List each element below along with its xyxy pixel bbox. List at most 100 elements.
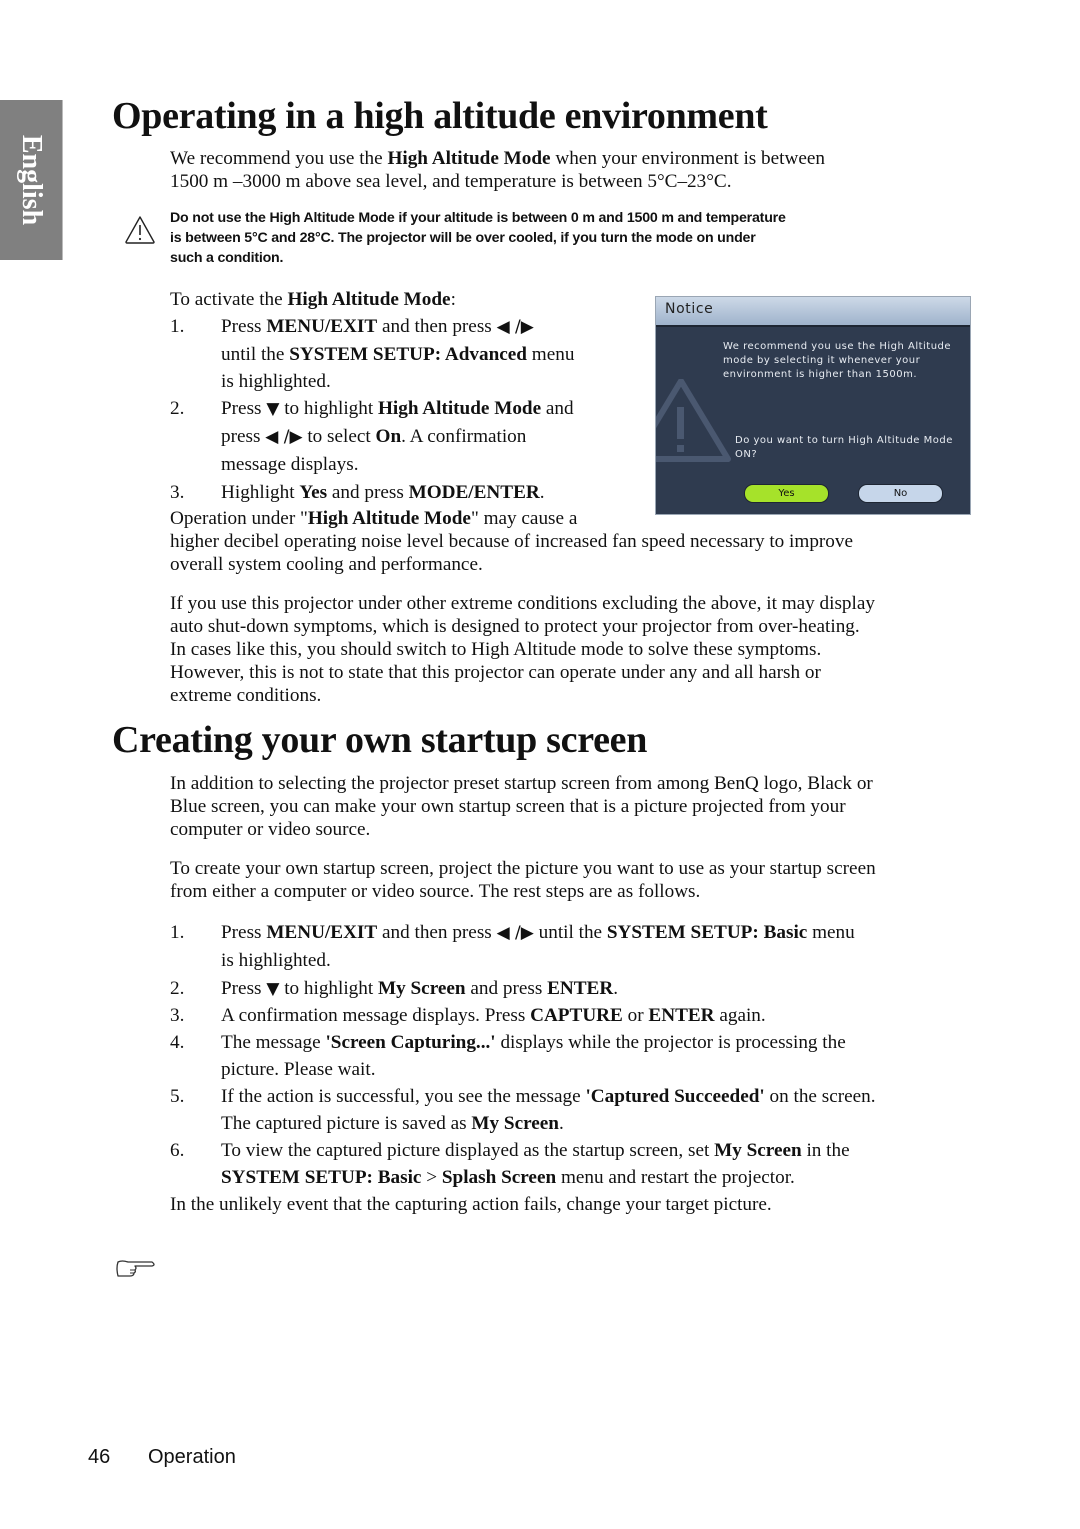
text-run: menu	[807, 922, 855, 943]
text-line: from either a computer or video source. …	[170, 881, 701, 902]
text-line: A confirmation message displays. Press C…	[221, 1002, 766, 1029]
bold-term: ENTER	[547, 978, 614, 999]
step-number: 2.	[170, 978, 185, 999]
step-number: 2.	[170, 398, 185, 419]
text-line: is highlighted.	[221, 947, 855, 974]
bold-term: SYSTEM SETUP: Basic	[606, 922, 808, 943]
bold-term: CAPTURE	[530, 1005, 623, 1026]
text-line: extreme conditions.	[170, 685, 322, 706]
text-run: again.	[714, 1005, 766, 1026]
step-number: 6.	[170, 1140, 185, 1161]
text-run: overall system cooling and performance.	[170, 554, 483, 575]
text-run: A confirmation message displays. Press	[221, 1005, 531, 1026]
step-text: To view the captured picture displayed a…	[221, 1137, 850, 1191]
section-title-startup-screen: Creating your own startup screen	[112, 719, 648, 761]
bold-term: ENTER	[648, 1005, 715, 1026]
bold-term: SYSTEM SETUP: Basic	[221, 1167, 422, 1188]
text-run: Press	[221, 978, 267, 999]
bold-term: Yes	[299, 482, 328, 503]
text-run: until the	[221, 344, 290, 365]
text-run: menu and restart the projector.	[556, 1167, 795, 1188]
text-run: in the	[801, 1140, 850, 1161]
bold-term: My Screen	[378, 978, 466, 999]
arrow-key-icon: ◀ /▶	[496, 317, 534, 337]
notice-dialog: Notice We recommend you use the High Alt…	[655, 296, 971, 515]
step-number: 3.	[170, 482, 185, 503]
text-run: and press	[327, 482, 409, 503]
text-run: on the screen.	[764, 1086, 876, 1107]
text-run: to select	[302, 426, 376, 447]
bold-term: SYSTEM SETUP: Advanced	[289, 344, 527, 365]
step-text: The message 'Screen Capturing...' displa…	[221, 1029, 846, 1083]
startup-create-paragraph: To create your own startup screen, proje…	[170, 857, 876, 903]
text-run: To view the captured picture displayed a…	[221, 1140, 715, 1161]
language-tab: English	[0, 100, 63, 260]
bold-term: 'Screen Capturing...'	[325, 1032, 496, 1053]
text-run: " may cause a	[470, 508, 578, 529]
arrow-key-icon: ▼	[266, 399, 280, 419]
text-run: to highlight	[279, 398, 378, 419]
warning-line: Do not use the High Altitude Mode if you…	[170, 210, 786, 226]
step-text: Press MENU/EXIT and then press ◀ /▶ unti…	[221, 919, 855, 974]
notice-title: Notice	[656, 297, 970, 327]
text-run: and	[541, 398, 574, 419]
bold-term: 'Captured Succeeded'	[585, 1086, 765, 1107]
text-line: Highlight Yes and press MODE/ENTER.	[221, 479, 545, 506]
arrow-key-icon: ◀ /▶	[496, 923, 534, 943]
yes-button[interactable]: Yes	[744, 484, 829, 503]
text-line: To create your own startup screen, proje…	[170, 858, 876, 879]
text-run: To activate the	[170, 289, 288, 310]
text-line: is highlighted.	[221, 368, 574, 395]
text-run: Press	[221, 316, 267, 337]
text-run: is highlighted.	[221, 950, 331, 971]
footer-section-label: Operation	[148, 1446, 236, 1468]
text-line: The captured picture is saved as My Scre…	[221, 1110, 876, 1137]
text-run: Press	[221, 398, 267, 419]
text-run: picture. Please wait.	[221, 1059, 376, 1080]
step-number: 1.	[170, 316, 185, 337]
warning-line: such a condition.	[170, 250, 284, 266]
text-run: press	[221, 426, 266, 447]
step-text: Press MENU/EXIT and then press ◀ /▶ until…	[221, 313, 574, 395]
text-run: and then press	[377, 922, 497, 943]
text-line: To view the captured picture displayed a…	[221, 1137, 850, 1164]
text-line: computer or video source.	[170, 819, 371, 840]
bold-term: High Altitude Mode	[387, 148, 551, 169]
text-line: In addition to selecting the projector p…	[170, 773, 873, 794]
bold-term: My Screen	[471, 1113, 559, 1134]
text-run: until the	[533, 922, 607, 943]
closing-paragraph: In the unlikely event that the capturing…	[170, 1194, 772, 1215]
text-line: Blue screen, you can make your own start…	[170, 796, 846, 817]
step-text: Press ▼ to highlight My Screen and press…	[221, 975, 618, 1003]
language-tab-label: English	[16, 134, 47, 226]
text-run: higher decibel operating noise level bec…	[170, 531, 854, 552]
text-run: displays while the projector is processi…	[495, 1032, 846, 1053]
text-run: . A confirmation	[401, 426, 527, 447]
text-run: when your environment is between	[550, 148, 825, 169]
notice-message: We recommend you use the High Altitude m…	[723, 341, 952, 380]
text-run: and then press	[377, 316, 497, 337]
text-run: Press	[221, 922, 267, 943]
text-line: auto shut-down symptoms, which is design…	[170, 616, 860, 637]
bold-term: Splash Screen	[441, 1167, 557, 1188]
operation-note: Operation under "High Altitude Mode" may…	[170, 507, 853, 576]
step-text: A confirmation message displays. Press C…	[221, 1002, 766, 1029]
text-run: We recommend you use the	[170, 148, 388, 169]
warning-triangle-icon	[125, 216, 155, 244]
text-line: In cases like this, you should switch to…	[170, 639, 822, 660]
bold-term: MENU/EXIT	[266, 922, 378, 943]
text-run: :	[450, 289, 456, 310]
page-number: 46	[88, 1446, 111, 1468]
step-text: Highlight Yes and press MODE/ENTER.	[221, 479, 545, 506]
no-button[interactable]: No	[858, 484, 943, 503]
step-number: 1.	[170, 922, 185, 943]
text-run: or	[622, 1005, 649, 1026]
text-line: higher decibel operating noise level bec…	[170, 530, 853, 553]
text-line: Press ▼ to highlight My Screen and press…	[221, 975, 618, 1003]
warning-text: Do not use the High Altitude Mode if you…	[170, 208, 980, 268]
step-number: 5.	[170, 1086, 185, 1107]
text-line: until the SYSTEM SETUP: Advanced menu	[221, 341, 574, 368]
text-line: If the action is successful, you see the…	[221, 1083, 876, 1110]
text-run: The captured picture is saved as	[221, 1113, 472, 1134]
text-line: message displays.	[221, 451, 574, 478]
